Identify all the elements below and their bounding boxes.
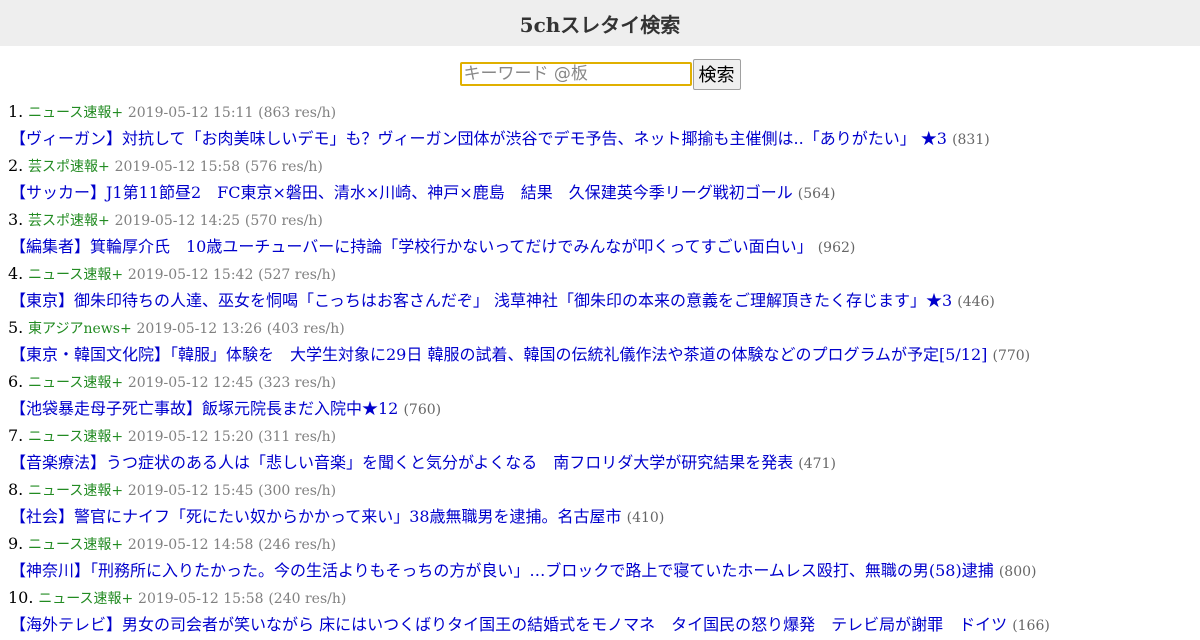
thread-title-line: 【池袋暴走母子死亡事故】飯塚元院長まだ入院中★12 (760) [8,395,1200,422]
thread-item: 2. 芸スポ速報+ 2019-05-12 15:58 (576 res/h) 【… [8,152,1200,206]
board-link[interactable]: 芸スポ速報+ [28,159,110,175]
thread-item: 3. 芸スポ速報+ 2019-05-12 14:25 (570 res/h) 【… [8,206,1200,260]
thread-meta: 1. ニュース速報+ 2019-05-12 15:11 (863 res/h) [8,98,1200,125]
thread-res-count: (770) [992,348,1031,364]
thread-res-count: (760) [403,402,442,418]
thread-title-line: 【ヴィーガン】対抗して「お肉美味しいデモ」も？ヴィーガン団体が渋谷でデモ予告、ネ… [8,125,1200,152]
thread-item: 7. ニュース速報+ 2019-05-12 15:20 (311 res/h) … [8,422,1200,476]
thread-meta: 2. 芸スポ速報+ 2019-05-12 15:58 (576 res/h) [8,152,1200,179]
thread-rate: (240 res/h) [268,591,347,607]
thread-res-count: (446) [957,294,995,310]
thread-list: 1. ニュース速報+ 2019-05-12 15:11 (863 res/h) … [0,98,1200,638]
site-header: 5chスレタイ検索 [0,0,1200,46]
thread-rate: (576 res/h) [244,159,323,175]
thread-rate: (323 res/h) [258,375,337,391]
thread-rate: (311 res/h) [258,429,337,445]
search-button[interactable]: 検索 [692,58,741,90]
thread-title-link[interactable]: 【ヴィーガン】対抗して「お肉美味しいデモ」も？ヴィーガン団体が渋谷でデモ予告、ネ… [10,129,947,148]
thread-title-link[interactable]: 【編集者】箕輪厚介氏 10歳ユーチューバーに持論「学校行かないってだけでみんなが… [10,237,813,256]
thread-meta: 8. ニュース速報+ 2019-05-12 15:45 (300 res/h) [8,476,1200,503]
thread-item: 6. ニュース速報+ 2019-05-12 12:45 (323 res/h) … [8,368,1200,422]
board-link[interactable]: ニュース速報+ [28,537,123,553]
thread-rank: 10. [8,588,34,607]
thread-date: 2019-05-12 12:45 [127,375,254,391]
thread-title-line: 【東京・韓国文化院】「韓服」体験を 大学生対象に29日 韓服の試着、韓国の伝統礼… [8,341,1200,368]
thread-title-link[interactable]: 【神奈川】「刑務所に入りたかった。今の生活よりもそっちの方が良い」…ブロックで路… [10,561,994,580]
thread-title-line: 【サッカー】J1第11節昼2 FC東京×磐田、清水×川崎、神戸×鹿島 結果 久保… [8,179,1200,206]
thread-meta: 10. ニュース速報+ 2019-05-12 15:58 (240 res/h) [8,584,1200,611]
thread-res-count: (962) [817,240,856,256]
search-bar: 検索 [0,58,1200,90]
thread-item: 8. ニュース速報+ 2019-05-12 15:45 (300 res/h) … [8,476,1200,530]
thread-date: 2019-05-12 15:58 [114,159,241,175]
thread-title-link[interactable]: 【海外テレビ】男女の司会者が笑いながら 床にはいつくばりタイ国王の結婚式をモノマ… [10,615,1007,634]
board-link[interactable]: ニュース速報+ [28,429,123,445]
thread-date: 2019-05-12 13:26 [136,321,262,337]
thread-rank: 9. [8,534,24,553]
thread-title-line: 【社会】警官にナイフ「死にたい奴からかかって来い」38歳無職男を逮捕。名古屋市 … [8,503,1200,530]
board-link[interactable]: ニュース速報+ [28,375,123,391]
board-link[interactable]: ニュース速報+ [28,267,123,283]
board-link[interactable]: ニュース速報+ [38,591,133,607]
thread-res-count: (471) [798,456,836,472]
thread-res-count: (800) [998,564,1037,580]
thread-item: 9. ニュース速報+ 2019-05-12 14:58 (246 res/h) … [8,530,1200,584]
thread-rank: 2. [8,156,24,175]
thread-date: 2019-05-12 15:58 [138,591,264,607]
thread-title-link[interactable]: 【音楽療法】うつ症状のある人は「悲しい音楽」を聞くと気分がよくなる 南フロリダ大… [10,453,793,472]
thread-title-line: 【音楽療法】うつ症状のある人は「悲しい音楽」を聞くと気分がよくなる 南フロリダ大… [8,449,1200,476]
board-link[interactable]: ニュース速報+ [28,105,123,121]
thread-rate: (403 res/h) [266,321,345,337]
thread-rate: (570 res/h) [244,213,323,229]
thread-date: 2019-05-12 15:42 [127,267,254,283]
thread-item: 4. ニュース速報+ 2019-05-12 15:42 (527 res/h) … [8,260,1200,314]
thread-meta: 3. 芸スポ速報+ 2019-05-12 14:25 (570 res/h) [8,206,1200,233]
thread-title-line: 【神奈川】「刑務所に入りたかった。今の生活よりもそっちの方が良い」…ブロックで路… [8,557,1200,584]
board-link[interactable]: ニュース速報+ [28,483,123,499]
thread-meta: 6. ニュース速報+ 2019-05-12 12:45 (323 res/h) [8,368,1200,395]
thread-rank: 6. [8,372,24,391]
thread-rank: 1. [8,102,24,121]
thread-meta: 4. ニュース速報+ 2019-05-12 15:42 (527 res/h) [8,260,1200,287]
thread-date: 2019-05-12 15:11 [127,105,254,121]
thread-meta: 9. ニュース速報+ 2019-05-12 14:58 (246 res/h) [8,530,1200,557]
thread-title-link[interactable]: 【サッカー】J1第11節昼2 FC東京×磐田、清水×川崎、神戸×鹿島 結果 久保… [10,183,793,202]
thread-rate: (246 res/h) [258,537,337,553]
thread-meta: 5. 東アジアnews+ 2019-05-12 13:26 (403 res/h… [8,314,1200,341]
thread-date: 2019-05-12 14:58 [127,537,254,553]
thread-title-link[interactable]: 【池袋暴走母子死亡事故】飯塚元院長まだ入院中★12 [10,399,398,418]
thread-item: 1. ニュース速報+ 2019-05-12 15:11 (863 res/h) … [8,98,1200,152]
thread-rate: (300 res/h) [258,483,337,499]
thread-date: 2019-05-12 14:25 [114,213,241,229]
thread-res-count: (166) [1012,618,1050,634]
thread-rate: (863 res/h) [258,105,337,121]
thread-res-count: (831) [952,132,990,148]
search-input[interactable] [459,62,692,86]
thread-title-line: 【海外テレビ】男女の司会者が笑いながら 床にはいつくばりタイ国王の結婚式をモノマ… [8,611,1200,638]
thread-rank: 7. [8,426,24,445]
site-title: 5chスレタイ検索 [519,12,681,37]
thread-item: 5. 東アジアnews+ 2019-05-12 13:26 (403 res/h… [8,314,1200,368]
board-link[interactable]: 東アジアnews+ [28,321,132,337]
thread-rank: 4. [8,264,24,283]
thread-res-count: (564) [797,186,836,202]
thread-rank: 3. [8,210,24,229]
thread-title-line: 【編集者】箕輪厚介氏 10歳ユーチューバーに持論「学校行かないってだけでみんなが… [8,233,1200,260]
board-link[interactable]: 芸スポ速報+ [28,213,110,229]
thread-rank: 5. [8,318,24,337]
thread-title-link[interactable]: 【東京】御朱印待ちの人達、巫女を恫喝「こっちはお客さんだぞ」 浅草神社「御朱印の… [10,291,952,310]
thread-title-link[interactable]: 【東京・韓国文化院】「韓服」体験を 大学生対象に29日 韓服の試着、韓国の伝統礼… [10,345,987,364]
thread-date: 2019-05-12 15:45 [127,483,254,499]
thread-res-count: (410) [626,510,665,526]
thread-rank: 8. [8,480,24,499]
thread-date: 2019-05-12 15:20 [127,429,254,445]
thread-title-line: 【東京】御朱印待ちの人達、巫女を恫喝「こっちはお客さんだぞ」 浅草神社「御朱印の… [8,287,1200,314]
thread-title-link[interactable]: 【社会】警官にナイフ「死にたい奴からかかって来い」38歳無職男を逮捕。名古屋市 [10,507,622,526]
thread-meta: 7. ニュース速報+ 2019-05-12 15:20 (311 res/h) [8,422,1200,449]
thread-rate: (527 res/h) [258,267,337,283]
